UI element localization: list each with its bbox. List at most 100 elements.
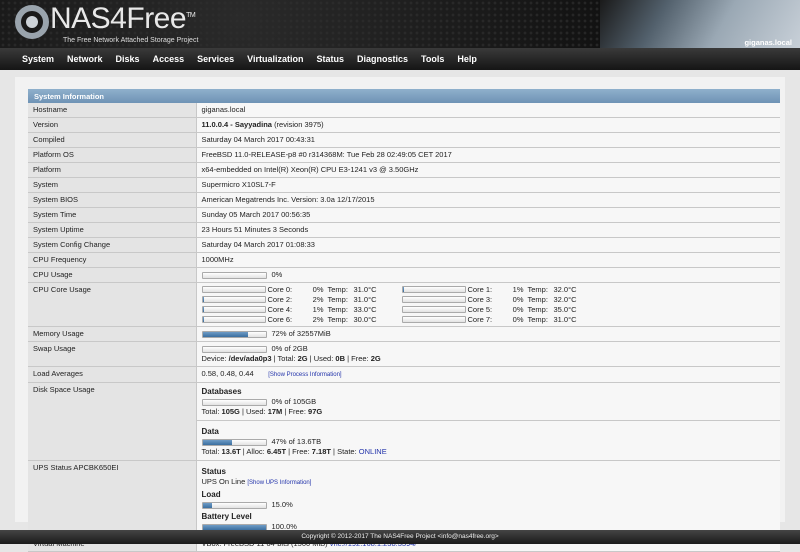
core-name: Core 2: xyxy=(267,295,293,304)
table-row: Disk Space Usage Databases 0% of 105GB T… xyxy=(28,382,780,461)
pool-databases: Databases 0% of 105GB Total: 105G | Used… xyxy=(196,383,780,421)
table-row: Compiled Saturday 04 March 2017 00:43:31 xyxy=(28,132,780,148)
nav-virtualization[interactable]: Virtualization xyxy=(247,54,303,64)
ups-load-bar xyxy=(201,501,267,509)
core-temp: 32.0°C xyxy=(553,295,577,304)
table-row: System Config Change Saturday 04 March 20… xyxy=(28,237,780,253)
table-row: System Uptime 23 Hours 51 Minutes 3 Secon… xyxy=(28,222,780,238)
swap-value: 0% of 2GB xyxy=(271,344,308,353)
swap-cell: 0% of 2GB Device: /dev/ada0p3 | Total: 2… xyxy=(196,341,780,367)
show-process-info-link[interactable]: [Show Process Information] xyxy=(268,372,341,378)
table-row: UPS Status APCBK650EI Status UPS On Line… xyxy=(28,460,780,537)
table-row: Load Averages 0.58, 0.48, 0.44 [Show Proc… xyxy=(28,366,780,383)
core-usage: 1% xyxy=(512,285,524,294)
temp-label: Temp: xyxy=(527,305,548,314)
cpu-frequency-value: 1000MHz xyxy=(196,252,780,268)
disk-cell: Databases 0% of 105GB Total: 105G | Used… xyxy=(196,382,780,461)
core-temp: 31.0°C xyxy=(353,295,377,304)
nav-tools[interactable]: Tools xyxy=(421,54,444,64)
row-label: CPU Frequency xyxy=(28,252,197,268)
row-label: CPU Core Usage xyxy=(28,282,197,327)
pool-usage-bar xyxy=(201,398,267,406)
row-label: Disk Space Usage xyxy=(28,382,197,461)
core-temp: 32.0°C xyxy=(553,285,577,294)
temp-label: Temp: xyxy=(327,295,348,304)
system-value: Supermicro X10SL7-F xyxy=(196,177,780,193)
row-label: System xyxy=(28,177,197,193)
row-label: Compiled xyxy=(28,132,197,148)
version-value: 11.0.0.4 - Sayyadina (revision 3975) xyxy=(196,117,780,133)
nav-system[interactable]: System xyxy=(22,54,54,64)
core-name: Core 0: xyxy=(267,285,293,294)
logo[interactable]: NAS4FreeTM xyxy=(50,2,196,36)
table-row: Hostname giganas.local xyxy=(28,103,780,118)
core-temp: 31.0°C xyxy=(553,315,577,324)
core-name: Core 5: xyxy=(467,305,493,314)
core-usage: 1% xyxy=(312,305,324,314)
core-usage: 0% xyxy=(512,295,524,304)
cpu-cores-cell: Core 0: 0% Temp: 31.0°C Core 1: 1% Temp: 32.0°C… xyxy=(196,282,780,327)
core-temp: 31.0°C xyxy=(353,285,377,294)
table-row: Platform OS FreeBSD 11.0-RELEASE-p8 #0 r3… xyxy=(28,147,780,163)
footer: Copyright © 2012-2017 The NAS4Free Proje… xyxy=(0,530,800,544)
row-label: System BIOS xyxy=(28,192,197,208)
core-name: Core 3: xyxy=(467,295,493,304)
config-change-value: Saturday 04 March 2017 01:08:33 xyxy=(196,237,780,253)
table-row: CPU Usage 0% xyxy=(28,267,780,283)
core-usage-bar xyxy=(401,316,466,323)
row-label: UPS Status APCBK650EI xyxy=(28,460,197,537)
core-usage-bar xyxy=(401,296,466,303)
show-ups-info-link[interactable]: [Show UPS Information] xyxy=(247,480,311,486)
hostname-value: giganas.local xyxy=(196,103,780,118)
temp-label: Temp: xyxy=(327,315,348,324)
nav-network[interactable]: Network xyxy=(67,54,103,64)
nav-access[interactable]: Access xyxy=(153,54,185,64)
row-label: CPU Usage xyxy=(28,267,197,283)
core-usage-bar xyxy=(401,306,466,313)
content-panel: System Information Hostname giganas.local… xyxy=(15,77,785,552)
bios-value: American Megatrends Inc. Version: 3.0a 1… xyxy=(196,192,780,208)
pool-usage-bar xyxy=(201,438,267,446)
core-name: Core 7: xyxy=(467,315,493,324)
nav-diagnostics[interactable]: Diagnostics xyxy=(357,54,408,64)
row-label: System Config Change xyxy=(28,237,197,253)
row-label: Memory Usage xyxy=(28,326,197,342)
temp-label: Temp: xyxy=(527,285,548,294)
row-label: System Time xyxy=(28,207,197,223)
core-usage-bar xyxy=(201,306,266,313)
system-info-table: System Information Hostname giganas.local… xyxy=(28,89,780,552)
table-row: System BIOS American Megatrends Inc. Vers… xyxy=(28,192,780,208)
core-usage: 0% xyxy=(312,285,324,294)
nav-services[interactable]: Services xyxy=(197,54,234,64)
nav-disks[interactable]: Disks xyxy=(116,54,140,64)
platform-os-value: FreeBSD 11.0-RELEASE-p8 #0 r314368M: Tue… xyxy=(196,147,780,163)
cpu-usage-cell: 0% xyxy=(196,267,780,283)
memory-value: 72% of 32557MiB xyxy=(271,329,331,338)
swap-bar xyxy=(201,345,267,353)
cpu-usage-value: 0% xyxy=(271,270,283,279)
tagline: The Free Network Attached Storage Projec… xyxy=(63,37,199,44)
nav-status[interactable]: Status xyxy=(317,54,345,64)
table-row: Swap Usage 0% of 2GB Device: /dev/ada0p3 … xyxy=(28,341,780,367)
table-row: CPU Core Usage Core 0: 0% Temp: 31.0°C Core 1… xyxy=(28,282,780,327)
core-usage-bar xyxy=(201,316,266,323)
memory-cell: 72% of 32557MiB xyxy=(196,326,780,342)
compiled-value: Saturday 04 March 2017 00:43:31 xyxy=(196,132,780,148)
table-row: Memory Usage 72% of 32557MiB xyxy=(28,326,780,342)
temp-label: Temp: xyxy=(327,305,348,314)
header-banner: NAS4FreeTM The Free Network Attached Sto… xyxy=(0,0,800,48)
core-name: Core 6: xyxy=(267,315,293,324)
core-usage: 0% xyxy=(512,315,524,324)
ups-cell: Status UPS On Line [Show UPS Information… xyxy=(196,460,780,537)
row-label: Platform xyxy=(28,162,197,178)
pool-data: Data 47% of 13.6TB Total: 13.6T | Alloc:… xyxy=(201,427,387,456)
core-name: Core 1: xyxy=(467,285,493,294)
time-value: Sunday 05 March 2017 00:56:35 xyxy=(196,207,780,223)
core-temp: 30.0°C xyxy=(353,315,377,324)
load-value: 0.58, 0.48, 0.44 xyxy=(201,369,254,378)
cpu-usage-bar xyxy=(201,271,267,279)
row-label: Load Averages xyxy=(28,366,197,383)
core-usage-bar xyxy=(201,296,266,303)
nav-help[interactable]: Help xyxy=(457,54,477,64)
core-grid: Core 0: 0% Temp: 31.0°C Core 1: 1% Temp: 32.0°C… xyxy=(201,285,776,324)
